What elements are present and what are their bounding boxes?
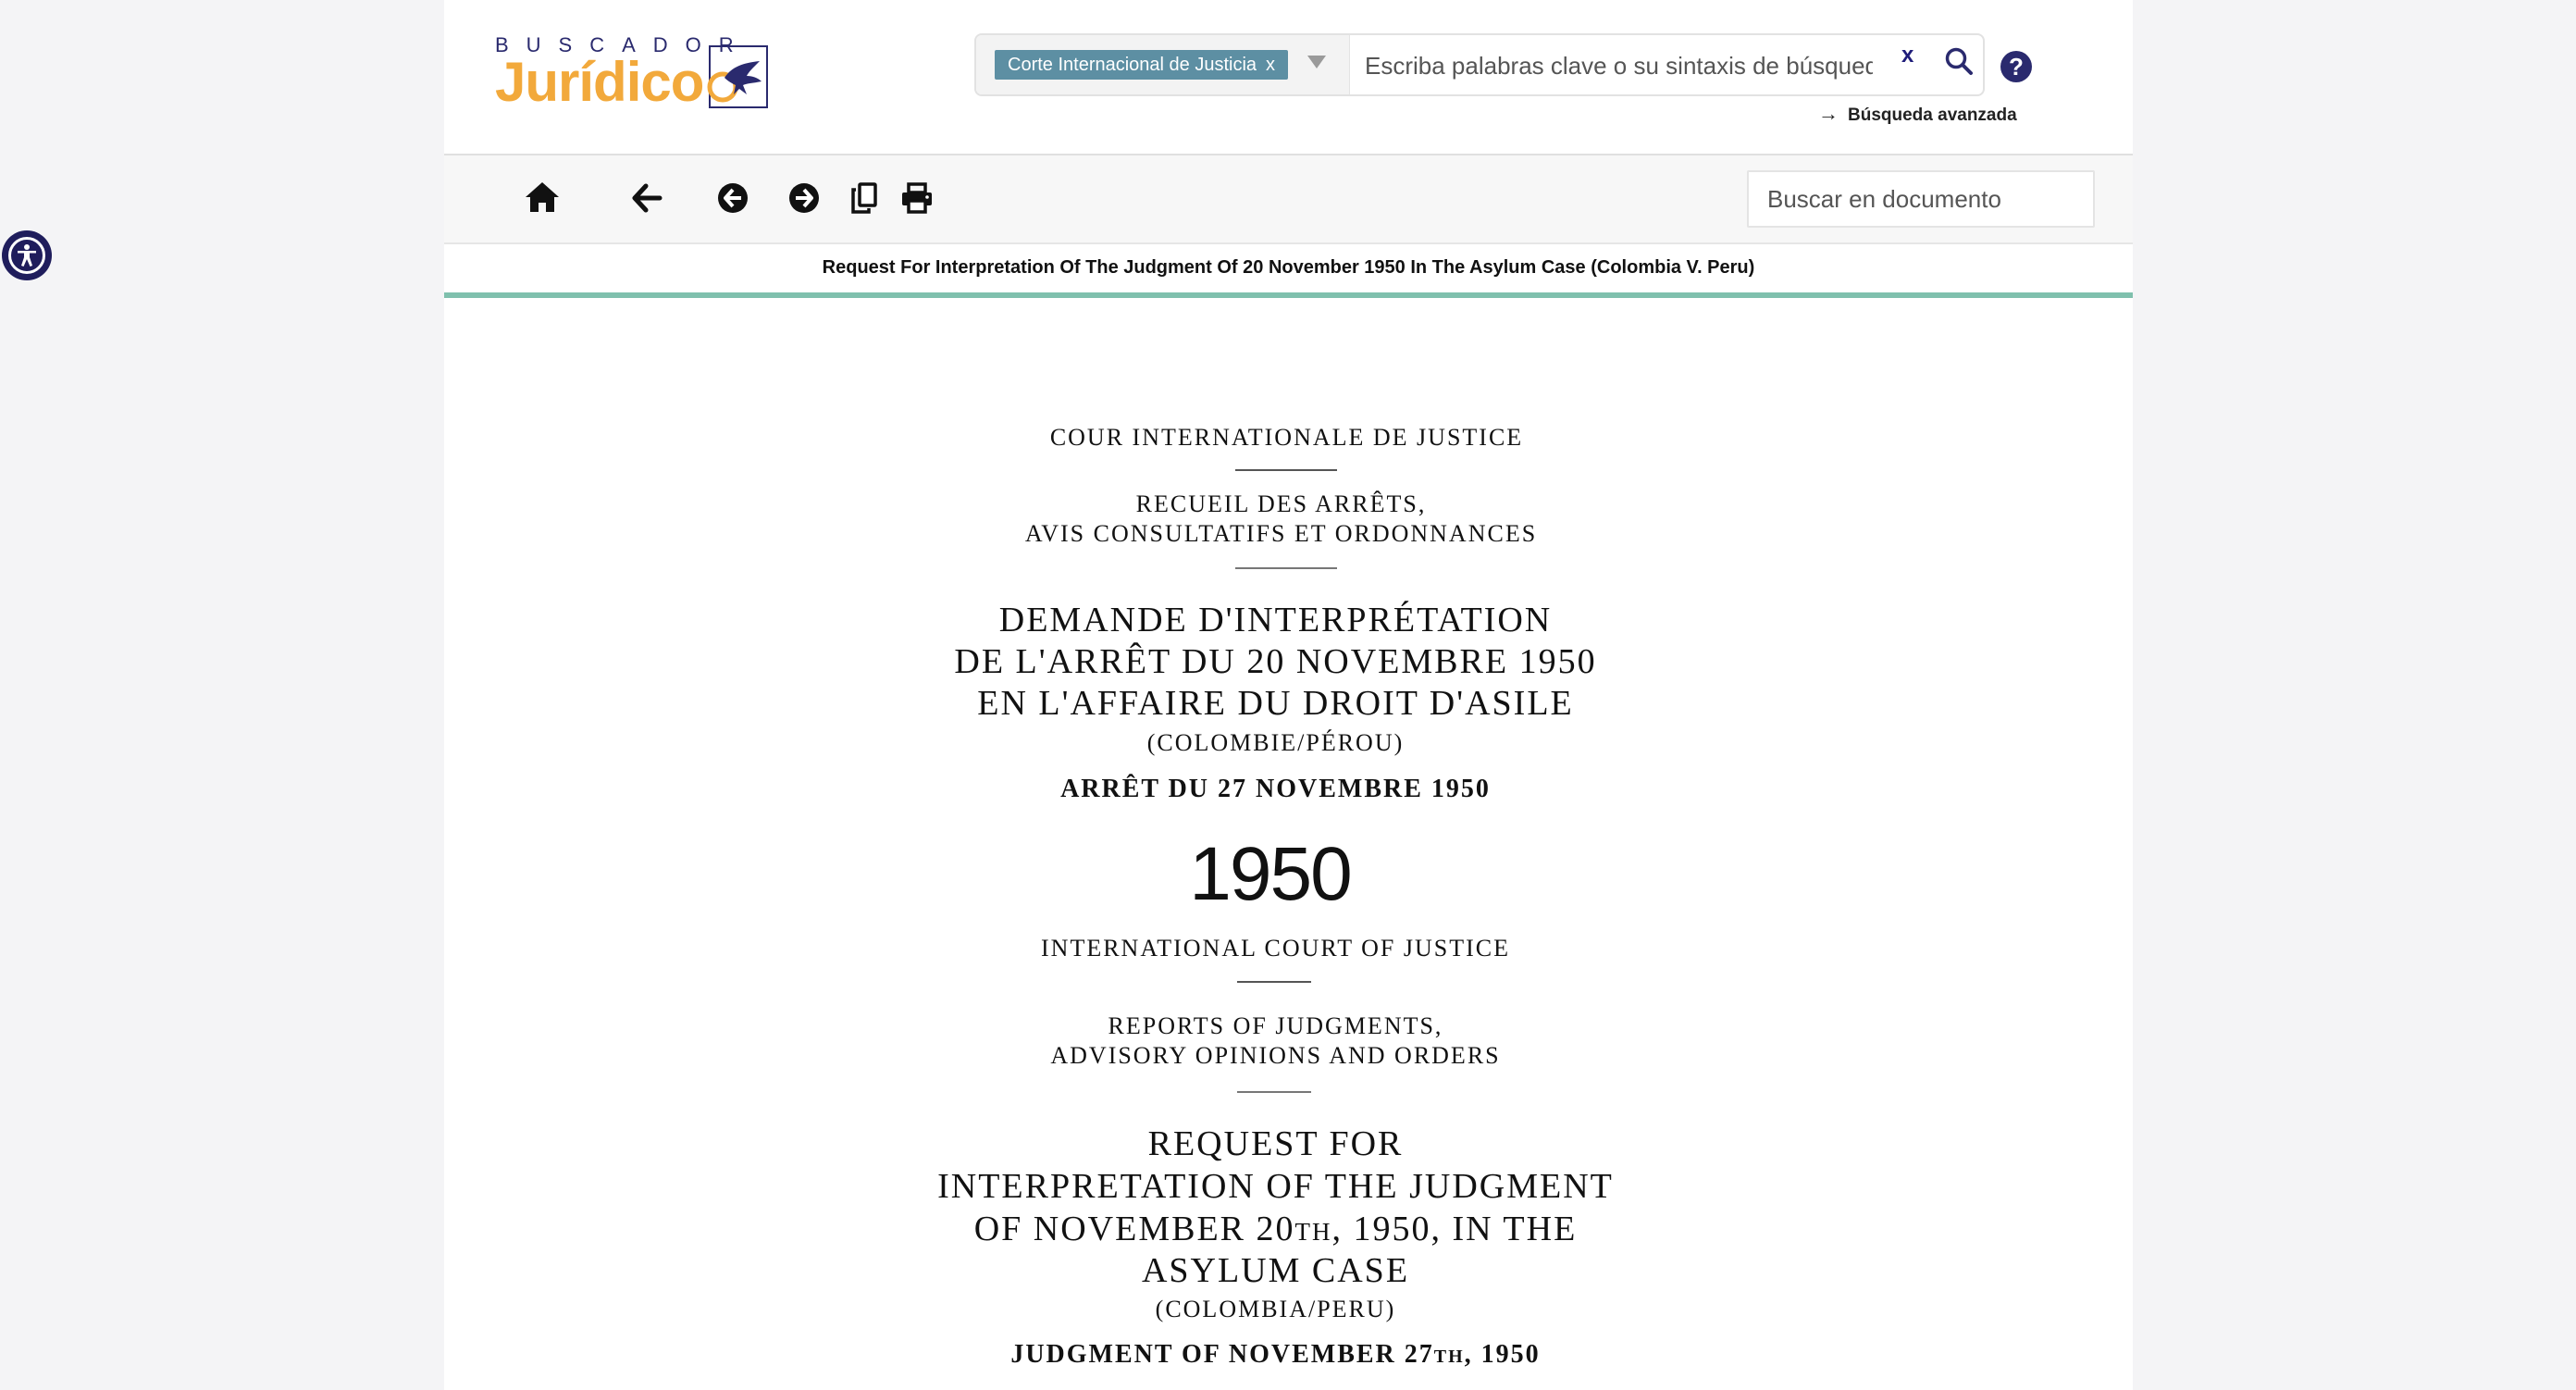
help-button[interactable]: ? xyxy=(2000,51,2032,82)
divider xyxy=(1234,469,1337,471)
print-icon[interactable] xyxy=(900,182,934,218)
advanced-search-link[interactable]: → Búsqueda avanzada xyxy=(1818,102,2017,126)
document-title: Request For Interpretation Of The Judgme… xyxy=(444,244,2133,298)
chevron-down-icon[interactable] xyxy=(1307,56,1326,68)
document-year: 1950 xyxy=(1189,832,1352,916)
fr-title-line-2: DE L'ARRÊT DU 20 NOVEMBRE 1950 xyxy=(954,642,1597,681)
fr-title-line-1: DEMANDE D'INTERPRÉTATION xyxy=(998,601,1553,639)
en-reports-line-2: ADVISORY OPINIONS AND ORDERS xyxy=(1050,1042,1501,1069)
fr-parties: (COLOMBIE/PÉROU) xyxy=(1146,729,1405,756)
en-court-heading: INTERNATIONAL COURT OF JUSTICE xyxy=(1041,935,1510,962)
clear-search-button[interactable]: x xyxy=(1901,43,1913,68)
fr-reports-line-1: RECUEIL DES ARRÊTS, xyxy=(1135,490,1427,517)
page: BUSCADOR Jurídico Corte Internacional de… xyxy=(0,0,2576,1390)
search-icon[interactable] xyxy=(1944,46,1975,82)
back-arrow-icon[interactable] xyxy=(631,183,663,217)
previous-circle-icon[interactable] xyxy=(717,182,749,218)
filter-chip[interactable]: Corte Internacional de Justicia x xyxy=(995,50,1289,80)
search-input[interactable] xyxy=(1359,43,1873,89)
filter-selector[interactable]: Corte Internacional de Justicia x xyxy=(976,35,1350,94)
fr-court-heading: COUR INTERNATIONALE DE JUSTICE xyxy=(1049,424,1524,451)
copy-icon[interactable] xyxy=(850,181,878,219)
en-title-line-3: OF NOVEMBER 20th, 1950, IN THE xyxy=(973,1210,1578,1248)
logo-wordmark-main: Jurídico xyxy=(495,51,704,113)
eagle-emblem-icon xyxy=(706,41,771,116)
main-column: BUSCADOR Jurídico Corte Internacional de… xyxy=(444,0,2133,1390)
en-judgment-date: JUDGMENT OF NOVEMBER 27th, 1950 xyxy=(1010,1340,1541,1369)
fr-judgment-date: ARRÊT DU 27 NOVEMBRE 1950 xyxy=(1060,775,1491,803)
site-logo[interactable]: BUSCADOR Jurídico xyxy=(495,33,810,126)
divider xyxy=(1236,981,1311,983)
filter-chip-label: Corte Internacional de Justicia xyxy=(1008,55,1257,75)
en-parties: (COLOMBIA/PERU) xyxy=(1155,1296,1396,1322)
site-header: BUSCADOR Jurídico Corte Internacional de… xyxy=(444,0,2133,154)
en-title-line-1: REQUEST FOR xyxy=(1147,1124,1404,1163)
en-title-line-2: INTERPRETATION OF THE JUDGMENT xyxy=(937,1167,1614,1206)
fr-title-line-3: EN L'AFFAIRE DU DROIT D'ASILE xyxy=(977,684,1574,723)
home-icon[interactable] xyxy=(524,180,561,218)
accessibility-button[interactable] xyxy=(2,230,52,280)
fr-reports-line-2: AVIS CONSULTATIFS ET ORDONNANCES xyxy=(1024,520,1538,547)
divider xyxy=(1234,567,1337,569)
arrow-right-icon: → xyxy=(1818,102,1839,125)
search-bar: Corte Internacional de Justicia x x xyxy=(974,33,1985,96)
advanced-search-label: Búsqueda avanzada xyxy=(1848,105,2017,125)
document-toolbar xyxy=(444,154,2133,244)
next-circle-icon[interactable] xyxy=(788,182,820,218)
document-search-input[interactable] xyxy=(1747,170,2095,228)
accessibility-icon xyxy=(8,237,45,274)
en-title-line-4: ASYLUM CASE xyxy=(1141,1251,1410,1290)
filter-chip-remove[interactable]: x xyxy=(1266,55,1275,75)
document-page: COUR INTERNATIONALE DE JUSTICE RECUEIL D… xyxy=(444,298,2133,1390)
divider xyxy=(1236,1091,1311,1093)
en-reports-line-1: REPORTS OF JUDGMENTS, xyxy=(1108,1012,1443,1039)
